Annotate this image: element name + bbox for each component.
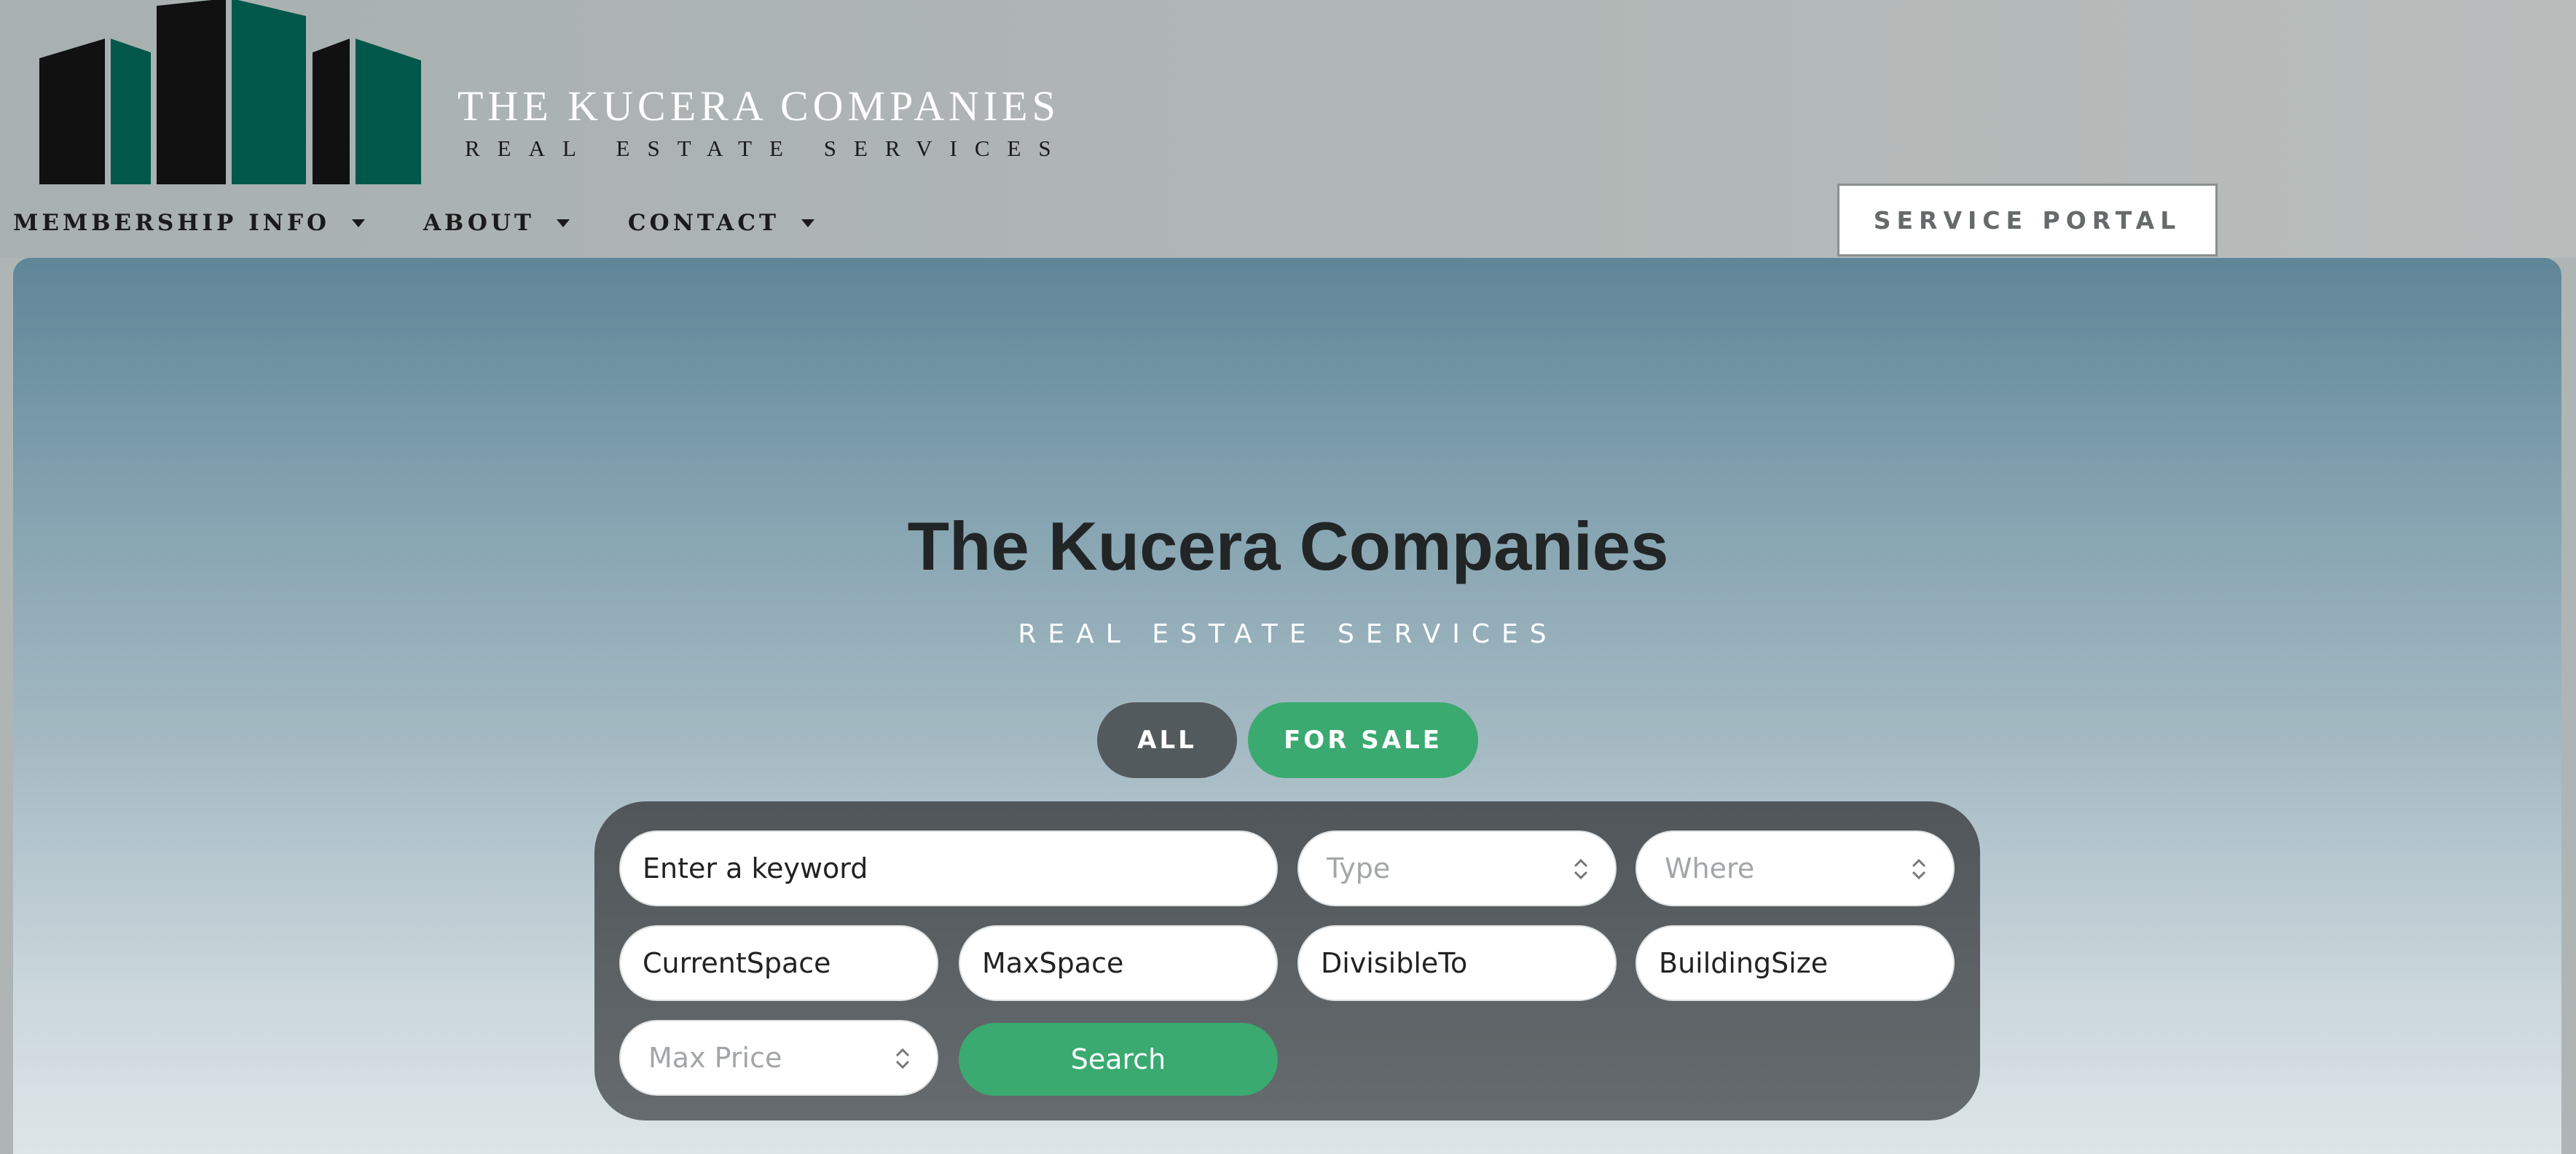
sort-chevron-icon [1912, 858, 1926, 880]
nav-membership-info-label: MEMBERSHIP INFO [13, 210, 330, 236]
max-price-select[interactable]: Max Price [619, 1020, 938, 1096]
max-space-input[interactable]: MaxSpace [959, 925, 1278, 1001]
keyword-input[interactable]: Enter a keyword [619, 831, 1278, 906]
service-portal-button[interactable]: SERVICE PORTAL [1837, 184, 2218, 256]
hero-subtitle: REAL ESTATE SERVICES [1018, 619, 1558, 649]
hero-title: The Kucera Companies [907, 508, 1669, 584]
logo-tagline: REAL ESTATE SERVICES [465, 136, 1069, 161]
tab-all[interactable]: ALL [1097, 702, 1237, 778]
nav-about-label: ABOUT [423, 210, 535, 236]
caret-down-icon [556, 219, 570, 227]
search-button[interactable]: Search [959, 1023, 1278, 1096]
sort-chevron-icon [895, 1048, 910, 1069]
sort-chevron-icon [1574, 858, 1588, 880]
tab-for-sale[interactable]: FOR SALE [1248, 702, 1478, 778]
type-select-label: Type [1327, 852, 1391, 884]
caret-down-icon [801, 219, 815, 227]
site-header: THE KUCERA COMPANIES REAL ESTATE SERVICE… [0, 0, 2576, 258]
where-select-label: Where [1665, 852, 1755, 884]
divisible-to-input[interactable]: DivisibleTo [1297, 925, 1617, 1001]
logo-title: THE KUCERA COMPANIES [458, 82, 1060, 130]
type-select[interactable]: Type [1297, 831, 1617, 906]
buildings-logo-icon [39, 0, 421, 184]
company-logo[interactable]: THE KUCERA COMPANIES REAL ESTATE SERVICE… [38, 0, 1056, 186]
building-size-input[interactable]: BuildingSize [1635, 925, 1955, 1001]
main-nav: MEMBERSHIP INFO ABOUT CONTACT [13, 205, 873, 240]
max-price-select-label: Max Price [648, 1042, 782, 1074]
nav-membership-info[interactable]: MEMBERSHIP INFO [13, 210, 365, 236]
where-select[interactable]: Where [1635, 831, 1955, 906]
nav-contact[interactable]: CONTACT [627, 210, 815, 236]
nav-about[interactable]: ABOUT [423, 210, 570, 236]
current-space-input[interactable]: CurrentSpace [619, 925, 938, 1001]
caret-down-icon [351, 219, 365, 227]
nav-contact-label: CONTACT [627, 210, 780, 236]
